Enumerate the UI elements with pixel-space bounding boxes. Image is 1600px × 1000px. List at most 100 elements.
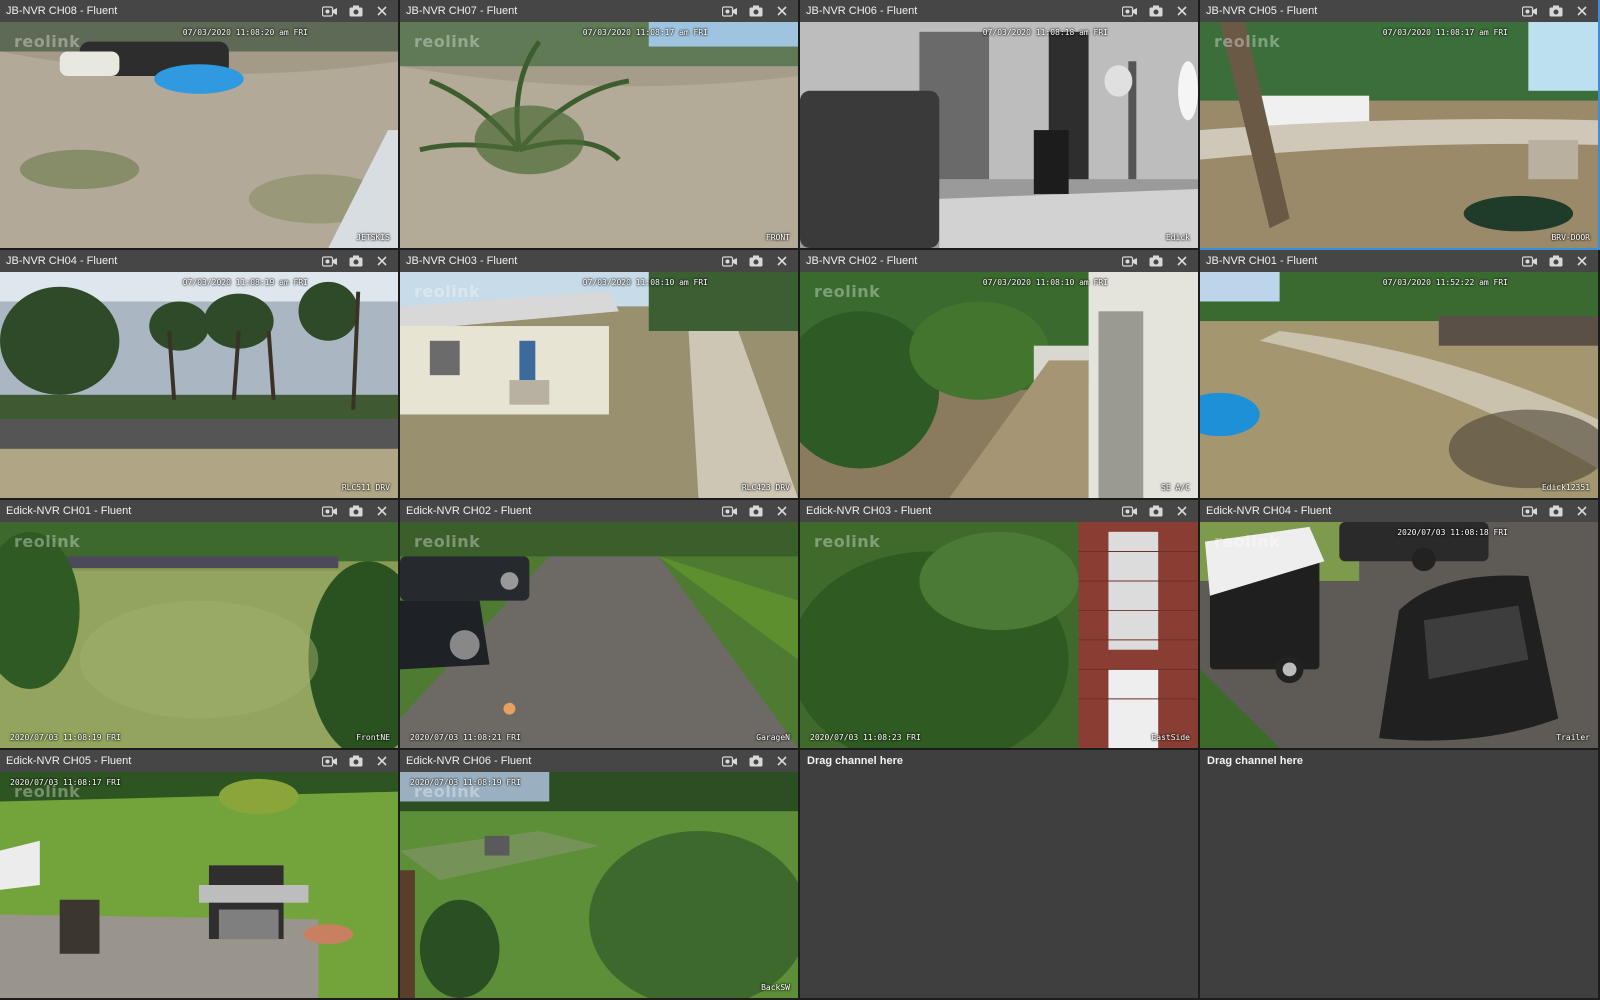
close-icon[interactable] xyxy=(1172,503,1192,519)
camera-titlebar: JB-NVR CH03 - Fluent xyxy=(400,250,798,272)
camera-tile[interactable]: JB-NVR CH02 - Fluent reolink 07/03/2020 … xyxy=(800,250,1200,500)
camera-tile[interactable]: JB-NVR CH01 - Fluent 07/03/2020 11:52:22… xyxy=(1200,250,1600,500)
camera-icon[interactable] xyxy=(346,3,366,19)
camera-tile[interactable]: Edick-NVR CH05 - Fluent reolink 2020/07/… xyxy=(0,750,400,1000)
camera-feed-image xyxy=(0,522,398,748)
camera-osd-name: Edick12351 xyxy=(1541,483,1590,492)
camera-feed[interactable]: reolink 07/03/2020 11:08:17 am FRI FRONT xyxy=(400,22,798,248)
close-icon[interactable] xyxy=(772,753,792,769)
camera-icon[interactable] xyxy=(1546,253,1566,269)
camera-tile[interactable]: Edick-NVR CH04 - Fluent reolink 2020/07/… xyxy=(1200,500,1600,750)
video-camera-icon[interactable] xyxy=(1520,3,1540,19)
camera-icon[interactable] xyxy=(1146,503,1166,519)
camera-feed[interactable]: reolink 07/03/2020 11:08:17 am FRI BRV-D… xyxy=(1200,22,1598,248)
reolink-watermark: reolink xyxy=(814,282,881,301)
empty-slot[interactable]: Drag channel here xyxy=(1200,750,1600,1000)
camera-icon[interactable] xyxy=(1146,253,1166,269)
video-camera-icon[interactable] xyxy=(1120,503,1140,519)
camera-icon[interactable] xyxy=(746,503,766,519)
close-icon[interactable] xyxy=(372,503,392,519)
empty-slot[interactable]: Drag channel here xyxy=(800,750,1200,1000)
camera-osd-name: RLC423 DRV xyxy=(741,483,790,492)
video-camera-icon[interactable] xyxy=(720,753,740,769)
camera-titlebar: Edick-NVR CH01 - Fluent xyxy=(0,500,398,522)
close-icon[interactable] xyxy=(1172,3,1192,19)
close-icon[interactable] xyxy=(772,503,792,519)
close-icon[interactable] xyxy=(372,753,392,769)
video-camera-icon[interactable] xyxy=(1520,253,1540,269)
camera-feed[interactable]: reolink 07/03/2020 11:08:10 am FRI RLC42… xyxy=(400,272,798,498)
camera-feed[interactable]: reolink 07/03/2020 11:08:10 am FRI SE A/… xyxy=(800,272,1198,498)
video-camera-icon[interactable] xyxy=(720,3,740,19)
close-icon[interactable] xyxy=(1572,503,1592,519)
close-icon[interactable] xyxy=(772,253,792,269)
camera-timestamp: 07/03/2020 11:08:17 am FRI xyxy=(1382,28,1508,37)
camera-feed-image xyxy=(0,22,398,248)
camera-feed-image xyxy=(1200,22,1598,248)
camera-tile[interactable]: Edick-NVR CH01 - Fluent reolink 2020/07/… xyxy=(0,500,400,750)
camera-title: Edick-NVR CH01 - Fluent xyxy=(6,505,132,517)
close-icon[interactable] xyxy=(1572,253,1592,269)
camera-feed-image xyxy=(800,272,1198,498)
camera-tile[interactable]: JB-NVR CH04 - Fluent 07/03/2020 11:08:19… xyxy=(0,250,400,500)
camera-feed[interactable]: reolink 07/03/2020 11:08:20 am FRI JETSK… xyxy=(0,22,398,248)
camera-titlebar: JB-NVR CH02 - Fluent xyxy=(800,250,1198,272)
video-camera-icon[interactable] xyxy=(720,253,740,269)
camera-tile[interactable]: Edick-NVR CH06 - Fluent reolink 2020/07/… xyxy=(400,750,800,1000)
camera-icon[interactable] xyxy=(746,753,766,769)
camera-feed[interactable]: 07/03/2020 11:08:19 am FRI RLC511 DRV xyxy=(0,272,398,498)
camera-feed-image xyxy=(400,272,798,498)
camera-titlebar: Edick-NVR CH02 - Fluent xyxy=(400,500,798,522)
camera-icon[interactable] xyxy=(1146,3,1166,19)
camera-icon[interactable] xyxy=(1546,3,1566,19)
video-camera-icon[interactable] xyxy=(1120,3,1140,19)
camera-timestamp: 07/03/2020 11:52:22 am FRI xyxy=(1382,278,1508,287)
reolink-watermark: reolink xyxy=(414,32,481,51)
camera-feed[interactable]: 07/03/2020 11:08:18 am FRI Edick xyxy=(800,22,1198,248)
video-camera-icon[interactable] xyxy=(1520,503,1540,519)
camera-icon[interactable] xyxy=(346,503,366,519)
close-icon[interactable] xyxy=(372,253,392,269)
camera-feed[interactable]: reolink 2020/07/03 11:08:17 FRI xyxy=(0,772,398,998)
camera-feed[interactable]: reolink 2020/07/03 11:08:19 FRI FrontNE xyxy=(0,522,398,748)
camera-tile[interactable]: JB-NVR CH06 - Fluent 07/03/2020 11:08:18… xyxy=(800,0,1200,250)
camera-feed[interactable]: reolink 2020/07/03 11:08:23 FRI EastSide xyxy=(800,522,1198,748)
camera-titlebar: Edick-NVR CH05 - Fluent xyxy=(0,750,398,772)
camera-icon[interactable] xyxy=(746,3,766,19)
camera-feed[interactable]: reolink 2020/07/03 11:08:21 FRI GarageN xyxy=(400,522,798,748)
camera-titlebar: JB-NVR CH07 - Fluent xyxy=(400,0,798,22)
camera-tile[interactable]: JB-NVR CH08 - Fluent reolink 07/03/2020 … xyxy=(0,0,400,250)
camera-tile[interactable]: Edick-NVR CH03 - Fluent reolink 2020/07/… xyxy=(800,500,1200,750)
video-camera-icon[interactable] xyxy=(1120,253,1140,269)
camera-title: Edick-NVR CH03 - Fluent xyxy=(806,505,932,517)
camera-title: JB-NVR CH02 - Fluent xyxy=(806,255,918,267)
camera-icon[interactable] xyxy=(346,753,366,769)
camera-timestamp: 2020/07/03 11:08:17 FRI xyxy=(10,778,121,787)
camera-title: JB-NVR CH01 - Fluent xyxy=(1206,255,1318,267)
close-icon[interactable] xyxy=(772,3,792,19)
video-camera-icon[interactable] xyxy=(320,503,340,519)
video-camera-icon[interactable] xyxy=(720,503,740,519)
camera-feed-image xyxy=(400,522,798,748)
close-icon[interactable] xyxy=(372,3,392,19)
camera-icon[interactable] xyxy=(346,253,366,269)
camera-titlebar: Edick-NVR CH03 - Fluent xyxy=(800,500,1198,522)
camera-tile[interactable]: JB-NVR CH05 - Fluent reolink 07/03/2020 … xyxy=(1200,0,1600,250)
camera-tile[interactable]: JB-NVR CH07 - Fluent reolink 07/03/2020 … xyxy=(400,0,800,250)
close-icon[interactable] xyxy=(1572,3,1592,19)
close-icon[interactable] xyxy=(1172,253,1192,269)
camera-feed[interactable]: reolink 2020/07/03 11:08:18 FRI Trailer xyxy=(1200,522,1598,748)
camera-feed[interactable]: reolink 2020/07/03 11:08:19 FRI BackSW xyxy=(400,772,798,998)
video-camera-icon[interactable] xyxy=(320,253,340,269)
video-camera-icon[interactable] xyxy=(320,753,340,769)
camera-tile[interactable]: Edick-NVR CH02 - Fluent reolink 2020/07/… xyxy=(400,500,800,750)
camera-osd-name: FrontNE xyxy=(356,733,390,742)
reolink-watermark: reolink xyxy=(14,532,81,551)
camera-icon[interactable] xyxy=(746,253,766,269)
camera-tile[interactable]: JB-NVR CH03 - Fluent reolink 07/03/2020 … xyxy=(400,250,800,500)
camera-titlebar: JB-NVR CH04 - Fluent xyxy=(0,250,398,272)
camera-feed[interactable]: 07/03/2020 11:52:22 am FRI Edick12351 xyxy=(1200,272,1598,498)
camera-icon[interactable] xyxy=(1546,503,1566,519)
camera-timestamp: 07/03/2020 11:08:10 am FRI xyxy=(582,278,708,287)
video-camera-icon[interactable] xyxy=(320,3,340,19)
